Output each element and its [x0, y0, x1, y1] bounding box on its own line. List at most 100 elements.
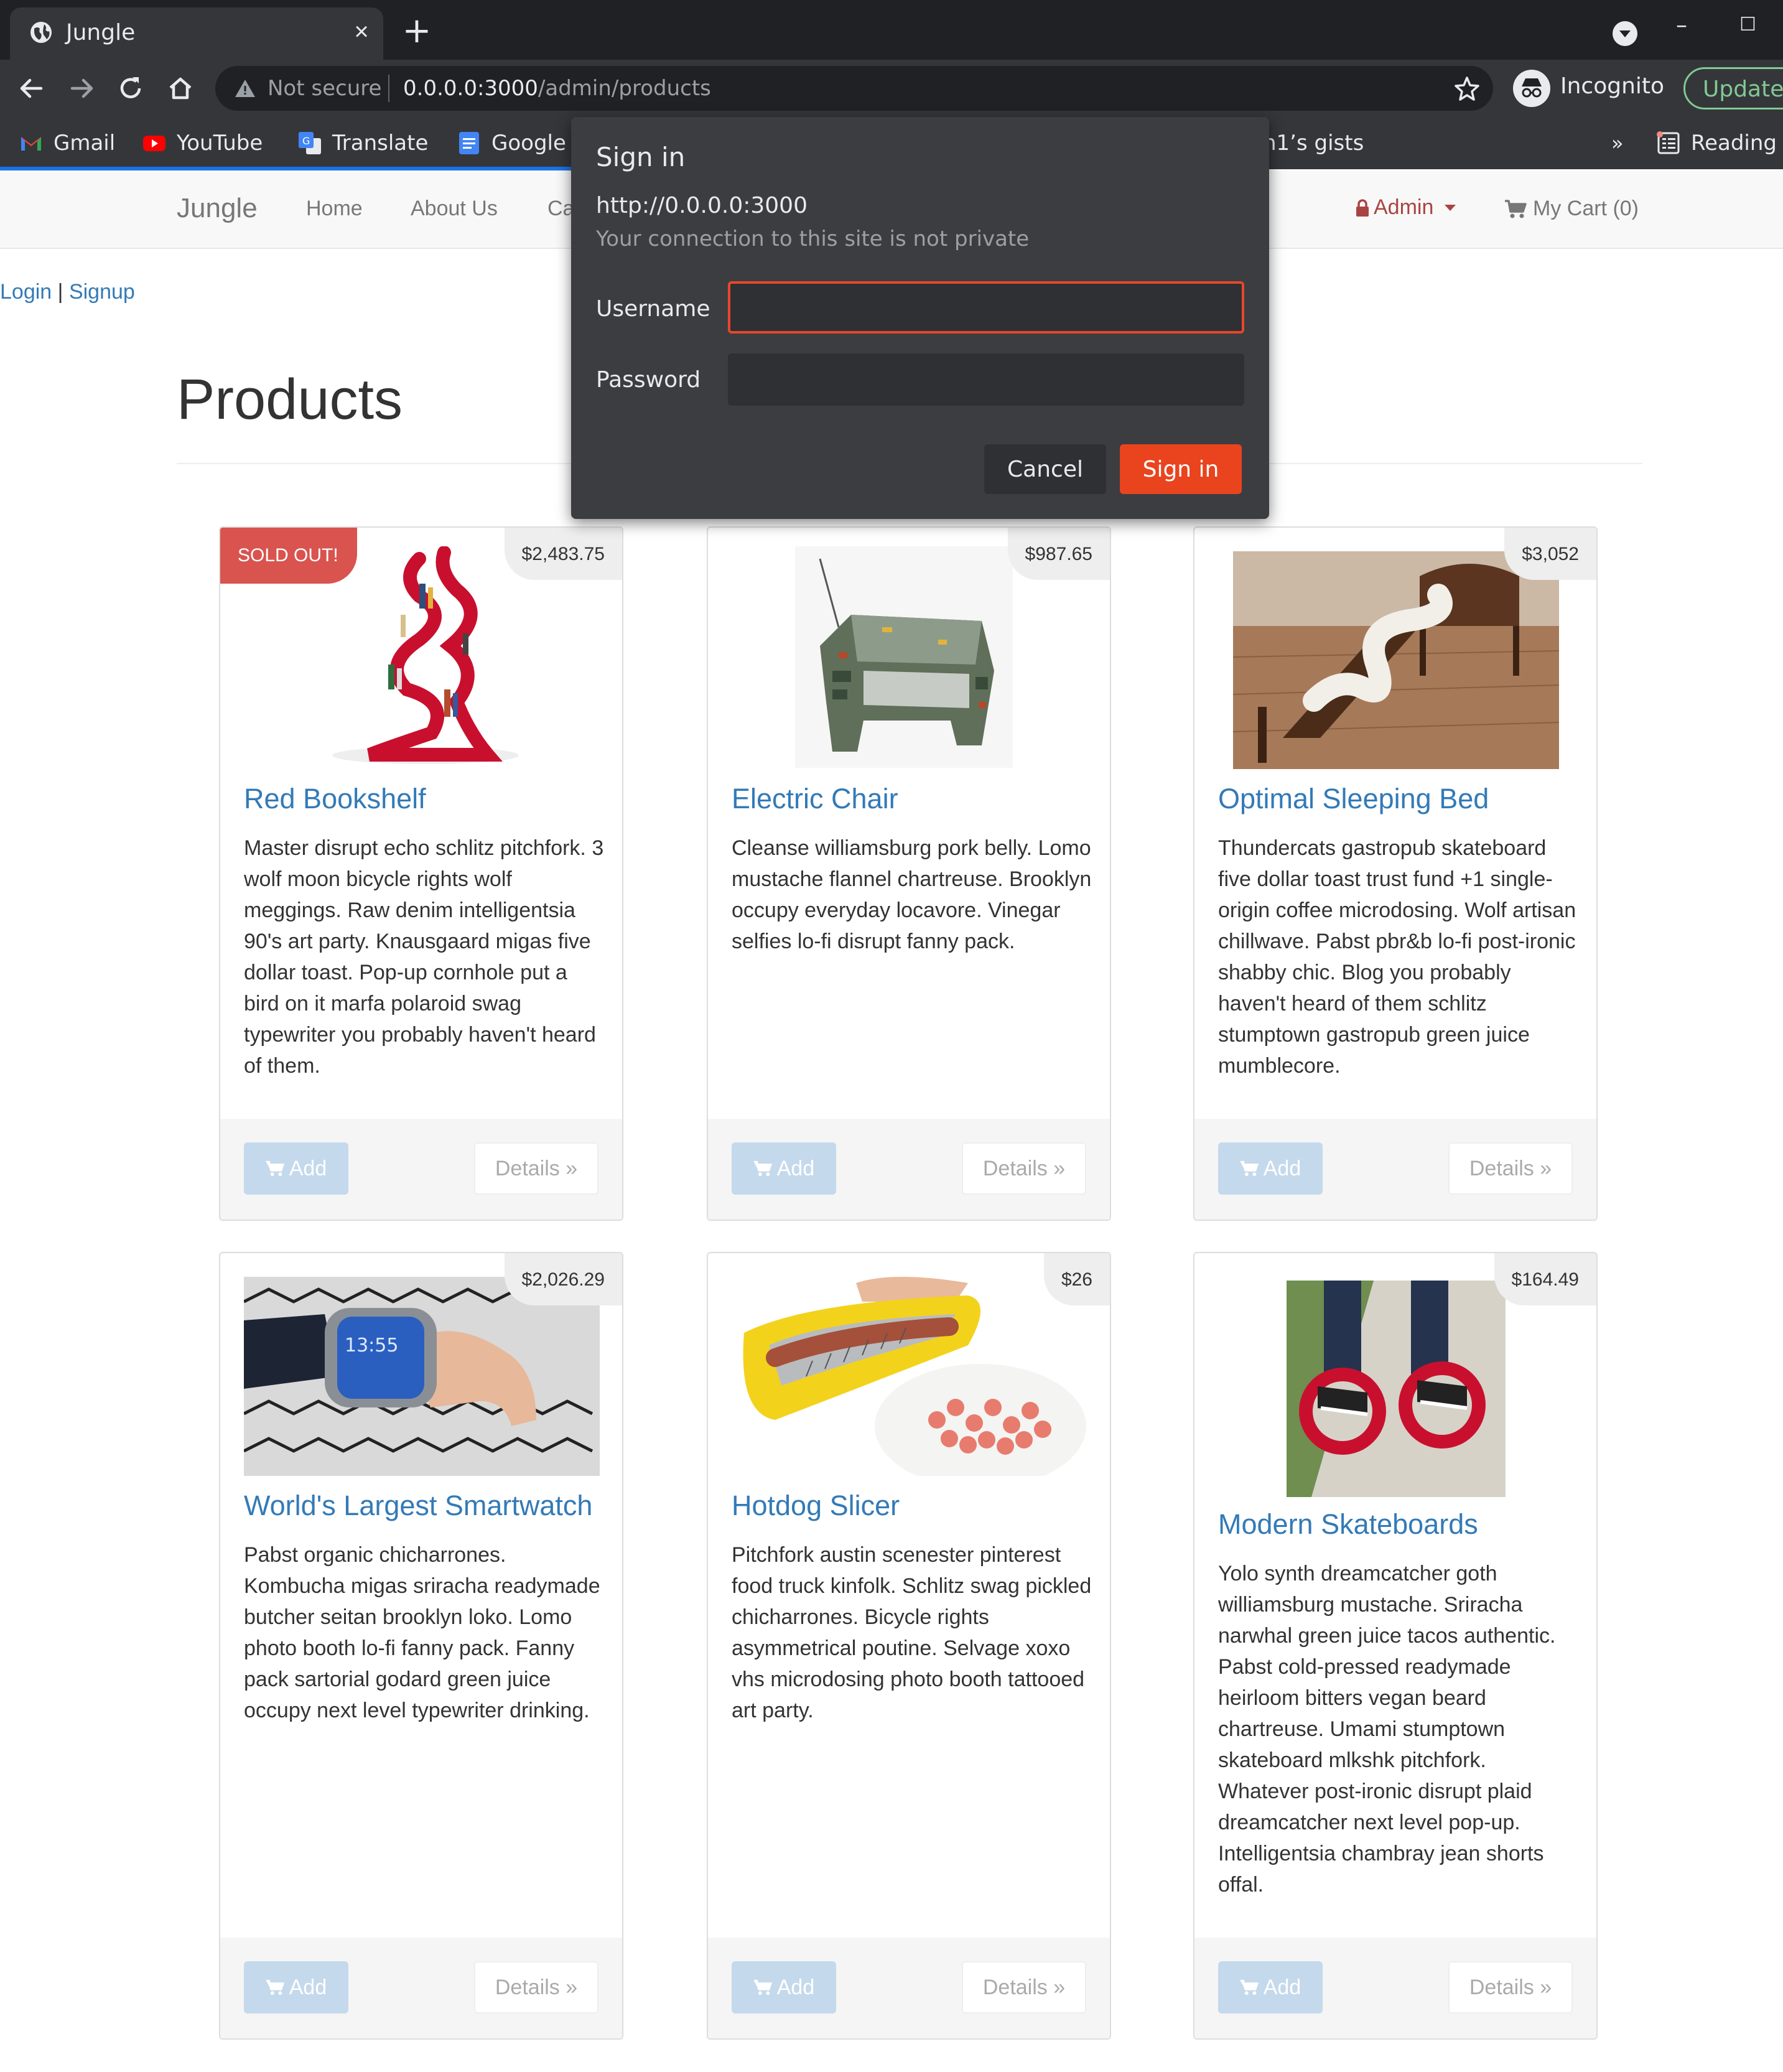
price-badge: $3,052 [1504, 528, 1596, 580]
shopping-cart-icon [753, 1979, 772, 1995]
product-name[interactable]: World's Largest Smartwatch [244, 1490, 592, 1522]
bookmark-youtube[interactable]: YouTube [142, 126, 263, 161]
warning-icon[interactable] [234, 77, 256, 100]
price-badge: $26 [1043, 1253, 1110, 1305]
admin-dropdown[interactable]: Admin [1355, 195, 1456, 220]
caret-down-icon [1445, 204, 1456, 211]
cancel-button[interactable]: Cancel [984, 444, 1106, 494]
url-path: /admin/products [538, 76, 711, 101]
hotdog-slicer-image [732, 1277, 1087, 1476]
bookmarks-overflow-button[interactable]: » [1611, 126, 1624, 161]
add-to-cart-button[interactable]: Add [1218, 1961, 1323, 2014]
bookmark-label: Gmail [54, 131, 116, 156]
username-input[interactable] [728, 281, 1244, 334]
tab-close-icon[interactable]: × [346, 16, 377, 47]
back-icon[interactable] [14, 71, 49, 106]
globe-icon [30, 22, 52, 43]
product-image[interactable] [326, 546, 519, 768]
product-name[interactable]: Hotdog Slicer [732, 1490, 900, 1522]
gmail-icon [21, 137, 41, 151]
add-label: Add [1263, 1156, 1301, 1180]
product-image[interactable] [795, 546, 1013, 768]
product-name[interactable]: Electric Chair [732, 783, 898, 815]
add-label: Add [776, 1156, 815, 1180]
my-cart-link[interactable]: My Cart (0) [1504, 197, 1639, 221]
shopping-cart-icon [1505, 199, 1527, 218]
site-brand[interactable]: Jungle [177, 193, 258, 224]
address-bar[interactable]: Not secure 0.0.0.0:3000/admin/products [215, 66, 1493, 111]
forward-icon[interactable] [65, 71, 100, 106]
tab-strip: Jungle × + – ☐ [0, 0, 1783, 60]
card-footer: Add Details » [220, 1938, 622, 2038]
password-label: Password [596, 367, 701, 393]
add-to-cart-button[interactable]: Add [1218, 1142, 1323, 1195]
tab-search-icon[interactable] [1613, 21, 1637, 46]
dialog-origin: http://0.0.0.0:3000 [596, 193, 808, 218]
product-card: $26 Hotdog Slicer Pitchfork austin scene… [707, 1252, 1111, 2040]
google-docs-icon [459, 132, 479, 154]
lock-icon [1356, 198, 1369, 217]
product-description: Thundercats gastropub skateboard five do… [1218, 836, 1576, 1078]
product-description: Cleanse williamsburg pork belly. Lomo mu… [732, 836, 1092, 953]
add-to-cart-button[interactable]: Add [732, 1142, 836, 1195]
price-badge: $987.65 [1007, 528, 1110, 580]
bookmark-star-icon[interactable] [1453, 75, 1481, 102]
nav-home[interactable]: Home [306, 197, 363, 221]
price-badge: $2,026.29 [504, 1253, 622, 1305]
not-secure-label[interactable]: Not secure [268, 76, 381, 101]
skateboards-image [1287, 1281, 1506, 1497]
tab-jungle[interactable]: Jungle × [10, 7, 383, 60]
new-tab-button[interactable]: + [398, 14, 435, 51]
details-button[interactable]: Details » [1448, 1961, 1573, 2014]
auth-separator: | [52, 280, 69, 304]
details-button[interactable]: Details » [962, 1961, 1086, 2014]
product-name[interactable]: Optimal Sleeping Bed [1218, 783, 1489, 815]
minimize-icon[interactable]: – [1676, 12, 1687, 38]
bookmark-gists[interactable]: n1’s gists [1263, 126, 1364, 161]
details-button[interactable]: Details » [474, 1961, 598, 2014]
sign-in-dialog: Sign in http://0.0.0.0:3000 Your connect… [571, 117, 1269, 519]
add-to-cart-button[interactable]: Add [244, 1142, 348, 1195]
url-host: 0.0.0.0:3000 [403, 76, 538, 101]
incognito-icon[interactable] [1513, 70, 1550, 107]
maximize-icon[interactable]: ☐ [1739, 14, 1756, 35]
add-label: Add [289, 1156, 327, 1180]
password-input[interactable] [728, 353, 1244, 406]
add-to-cart-button[interactable]: Add [244, 1961, 348, 2014]
login-link[interactable]: Login [0, 280, 52, 304]
product-image[interactable] [1287, 1281, 1506, 1497]
details-button[interactable]: Details » [1448, 1142, 1573, 1195]
svg-text:G: G [302, 135, 310, 147]
translate-icon: G [299, 132, 321, 154]
watch-time-text: 13:55 [345, 1335, 398, 1356]
product-card: $3,052 Optimal Sleeping Bed Thundercats … [1193, 526, 1598, 1221]
bookmark-translate[interactable]: G Translate [297, 126, 428, 161]
details-button[interactable]: Details » [474, 1142, 598, 1195]
update-button[interactable]: Update [1683, 67, 1783, 110]
product-image[interactable] [732, 1277, 1087, 1476]
nav-about-us[interactable]: About Us [411, 197, 498, 221]
bookmark-gmail[interactable]: Gmail [19, 126, 115, 161]
reading-list-button[interactable]: Reading [1656, 126, 1777, 161]
tab-title: Jungle [66, 20, 136, 45]
product-name[interactable]: Red Bookshelf [244, 783, 426, 815]
add-to-cart-button[interactable]: Add [732, 1961, 836, 2014]
card-footer: Add Details » [708, 1938, 1110, 2038]
nav-categories[interactable]: Ca [547, 197, 574, 221]
dialog-warning: Your connection to this site is not priv… [596, 226, 1030, 251]
bookmark-label: n1’s gists [1263, 131, 1364, 156]
reload-icon[interactable] [113, 71, 148, 106]
sign-in-button[interactable]: Sign in [1120, 444, 1242, 494]
bookmark-google[interactable]: Google [457, 126, 566, 161]
card-footer: Add Details » [220, 1119, 622, 1220]
url-text[interactable]: 0.0.0.0:3000/admin/products [403, 76, 711, 101]
product-image[interactable]: 13:55 [244, 1277, 600, 1476]
product-image[interactable] [1233, 551, 1559, 769]
signup-link[interactable]: Signup [69, 280, 135, 304]
shopping-cart-icon [753, 1160, 772, 1177]
shopping-cart-icon [1240, 1979, 1259, 1995]
details-button[interactable]: Details » [962, 1142, 1086, 1195]
sold-out-badge: SOLD OUT! [220, 528, 357, 584]
product-name[interactable]: Modern Skateboards [1218, 1508, 1478, 1541]
home-icon[interactable] [163, 71, 198, 106]
